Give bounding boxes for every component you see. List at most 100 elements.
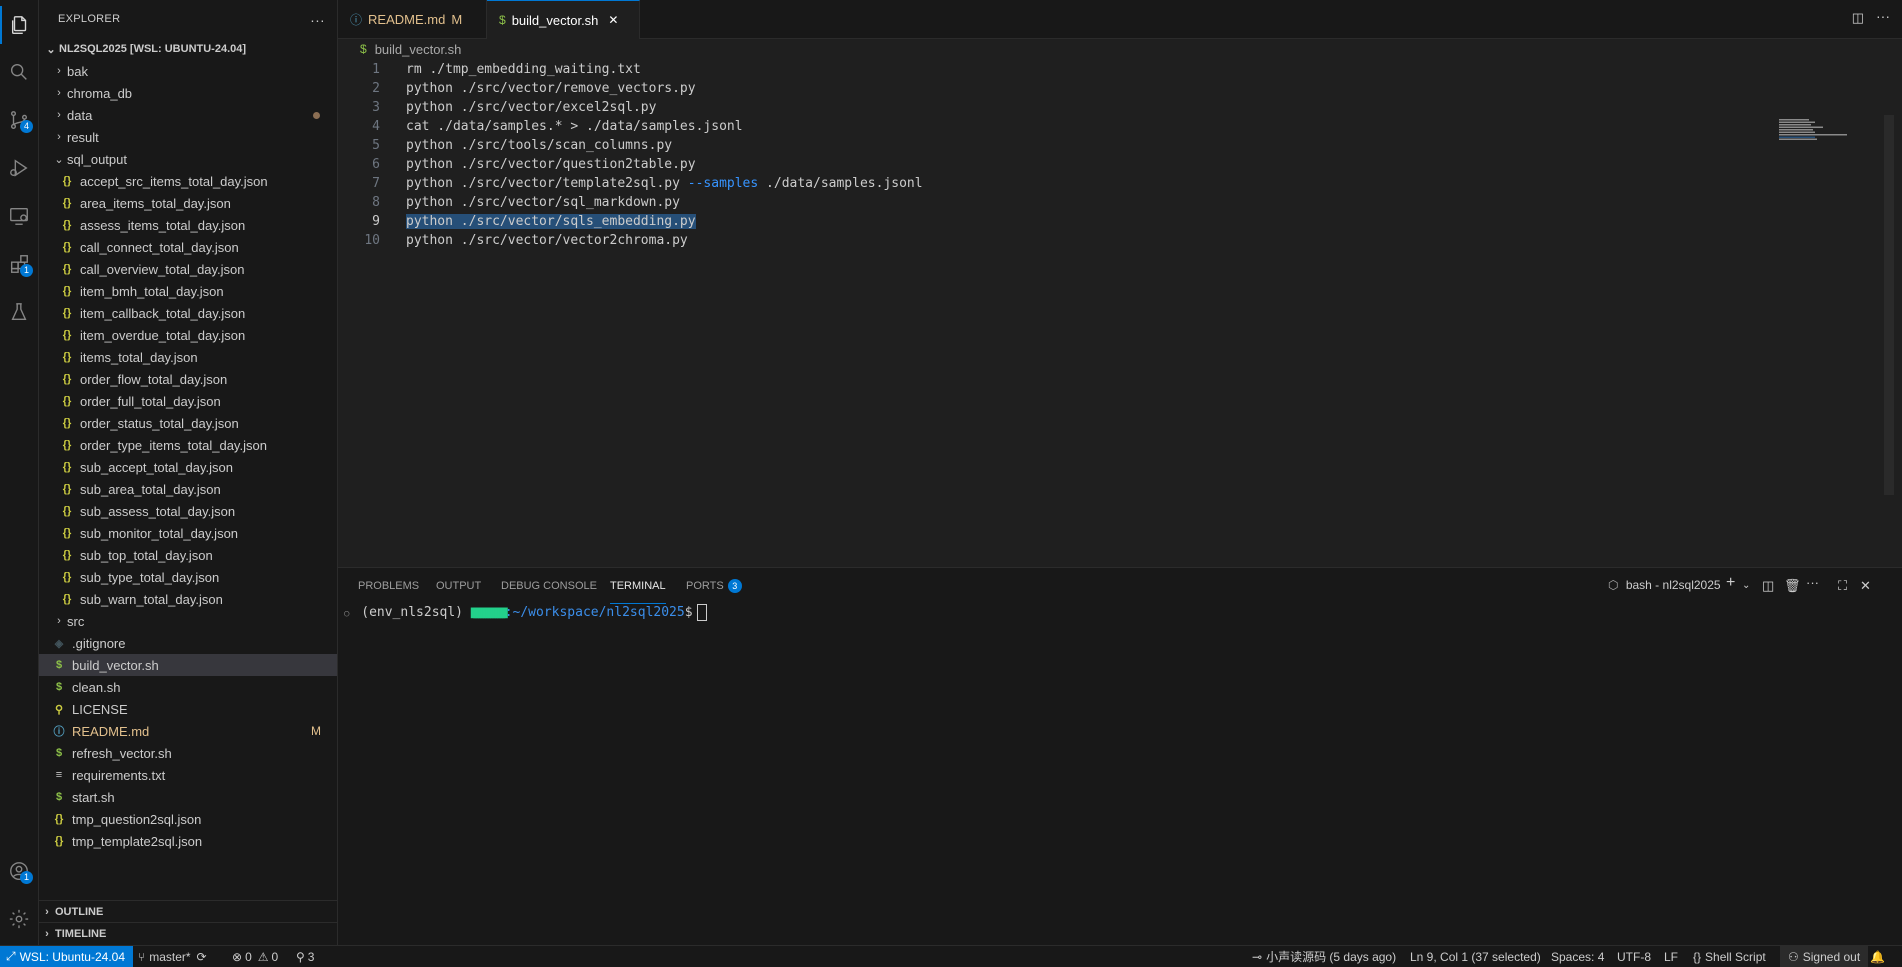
code-line[interactable]: 8 python ./src/vector/sql_markdown.py [338,193,1738,212]
file-json[interactable]: {} sub_warn_total_day.json [39,588,337,610]
code-editor[interactable]: 1 rm ./tmp_embedding_waiting.txt 2 python .… [338,60,1894,567]
tab-ports-label: PORTS [686,580,724,592]
file-json[interactable]: {} call_connect_total_day.json [39,236,337,258]
split-terminal-icon[interactable]: ◫ [1762,578,1774,594]
file-tmp-template[interactable]: {} tmp_template2sql.json [39,830,337,852]
file-json[interactable]: {} item_overdue_total_day.json [39,324,337,346]
folder-src[interactable]: › src [39,610,337,632]
file-json[interactable]: {} assess_items_total_day.json [39,214,337,236]
code-line[interactable]: 2 python ./src/vector/remove_vectors.py [338,79,1738,98]
bottom-panel: PROBLEMS OUTPUT DEBUG CONSOLE TERMINAL P… [338,567,1902,946]
folder-data[interactable]: › data [39,104,337,126]
chevron-down-icon[interactable]: ⌄ [1742,580,1750,591]
code-line[interactable]: 7 python ./src/vector/template2sql.py --s… [338,174,1738,193]
split-editor-icon[interactable]: ◫ [1852,10,1864,26]
remote-indicator[interactable]: ⤢ WSL: Ubuntu-24.04 [0,946,134,967]
terminal-output[interactable]: ○ (env_nls2sql) ██████████████:~/workspa… [344,604,707,621]
file-json[interactable]: {} call_overview_total_day.json [39,258,337,280]
minimap[interactable] [1779,118,1854,140]
breadcrumb[interactable]: $ build_vector.sh [338,38,461,60]
folder-bak[interactable]: › bak [39,60,337,82]
explorer-title: EXPLORER [58,13,121,25]
file-json[interactable]: {} sub_assess_total_day.json [39,500,337,522]
file-json[interactable]: {} sub_type_total_day.json [39,566,337,588]
panel-more-icon[interactable]: ··· [1806,575,1819,590]
end-of-line[interactable]: LF [1664,946,1678,967]
json-file-icon: {} [62,219,72,231]
terminal-shell-selector[interactable]: ⬡ bash - nl2sql2025 [1608,578,1721,592]
git-blame[interactable]: ⊸ 小声读源码 (5 days ago) [1252,946,1396,967]
code-line[interactable]: 9 python ./src/vector/sqls_embedding.py [338,212,1738,231]
code-line[interactable]: 10 python ./src/vector/vector2chroma.py [338,231,1738,250]
file-json[interactable]: {} sub_area_total_day.json [39,478,337,500]
file-json[interactable]: {} accept_src_items_total_day.json [39,170,337,192]
branch-indicator[interactable]: ⑂ master* ⟳ [138,946,207,967]
file-json[interactable]: {} sub_accept_total_day.json [39,456,337,478]
tab-terminal[interactable]: TERMINAL [610,568,666,604]
outline-section[interactable]: › OUTLINE [39,900,337,923]
cursor-position[interactable]: Ln 9, Col 1 (37 selected) [1410,946,1541,967]
file-requirements[interactable]: ≡ requirements.txt [39,764,337,786]
file-json[interactable]: {} order_flow_total_day.json [39,368,337,390]
code-line[interactable]: 3 python ./src/vector/excel2sql.py [338,98,1738,117]
folder-result[interactable]: › result [39,126,337,148]
encoding[interactable]: UTF-8 [1617,946,1651,967]
extensions-icon[interactable]: 1 [0,245,38,283]
shell-file-icon: $ [55,747,63,759]
code-line[interactable]: 6 python ./src/vector/question2table.py [338,155,1738,174]
file-tmp-question[interactable]: {} tmp_question2sql.json [39,808,337,830]
editor-scrollbar[interactable] [1884,115,1894,495]
folder-chroma-db[interactable]: › chroma_db [39,82,337,104]
tab-debug-console[interactable]: DEBUG CONSOLE [501,568,597,604]
file-build-vector[interactable]: $ build_vector.sh [39,654,337,676]
source-control-icon[interactable]: 4 [0,101,38,139]
file-readme[interactable]: ⓘ README.md M [39,720,337,742]
code-line[interactable]: 4 cat ./data/samples.* > ./data/samples.j… [338,117,1738,136]
file-clean[interactable]: $ clean.sh [39,676,337,698]
close-tab-icon[interactable]: ✕ [608,13,618,27]
settings-gear-icon[interactable] [0,900,38,938]
file-start[interactable]: $ start.sh [39,786,337,808]
file-json[interactable]: {} item_callback_total_day.json [39,302,337,324]
file-json[interactable]: {} order_status_total_day.json [39,412,337,434]
file-refresh-vector[interactable]: $ refresh_vector.sh [39,742,337,764]
ports-indicator[interactable]: ⚲ 3 [296,946,314,967]
file-json[interactable]: {} sub_monitor_total_day.json [39,522,337,544]
tab-problems[interactable]: PROBLEMS [358,568,419,604]
run-debug-icon[interactable] [0,149,38,187]
more-actions-icon[interactable]: ··· [310,12,325,28]
tab-output[interactable]: OUTPUT [436,568,481,604]
sync-icon[interactable]: ⟳ [197,950,207,964]
new-terminal-icon[interactable]: + [1726,574,1735,592]
editor-more-icon[interactable]: ··· [1876,8,1890,24]
file-json[interactable]: {} order_type_items_total_day.json [39,434,337,456]
indentation[interactable]: Spaces: 4 [1551,946,1604,967]
code-line[interactable]: 1 rm ./tmp_embedding_waiting.txt [338,60,1738,79]
tab-readme[interactable]: ⓘ README.md M [338,0,487,38]
maximize-panel-icon[interactable]: ⛶ [1838,578,1847,594]
problems-indicator[interactable]: ⊗ 0 ⚠ 0 [232,946,278,967]
testing-icon[interactable] [0,293,38,331]
file-license[interactable]: ⚲ LICENSE [39,698,337,720]
tab-build-vector[interactable]: $ build_vector.sh ✕ [487,0,640,39]
file-json[interactable]: {} area_items_total_day.json [39,192,337,214]
explorer-icon[interactable] [0,6,38,44]
account-icon[interactable]: 1 [0,852,38,890]
folder-sql-output[interactable]: ⌄ sql_output [39,148,337,170]
workspace-root[interactable]: ⌄ NL2SQL2025 [WSL: UBUNTU-24.04] [39,38,337,60]
file-gitignore[interactable]: ◈ .gitignore [39,632,337,654]
timeline-section[interactable]: › TIMELINE [39,922,337,945]
file-json[interactable]: {} item_bmh_total_day.json [39,280,337,302]
notifications-bell-icon[interactable]: 🔔 [1870,946,1885,967]
search-icon[interactable] [0,53,38,91]
tab-ports[interactable]: PORTS 3 [686,568,742,604]
code-line[interactable]: 5 python ./src/tools/scan_columns.py [338,136,1738,155]
account-status[interactable]: ⚇ Signed out [1780,946,1869,967]
file-json[interactable]: {} sub_top_total_day.json [39,544,337,566]
language-mode[interactable]: {} Shell Script [1693,946,1766,967]
file-json[interactable]: {} order_full_total_day.json [39,390,337,412]
close-panel-icon[interactable]: ✕ [1860,578,1871,594]
trash-icon[interactable]: 🗑 [1784,578,1801,594]
file-json[interactable]: {} items_total_day.json [39,346,337,368]
remote-explorer-icon[interactable] [0,197,38,235]
